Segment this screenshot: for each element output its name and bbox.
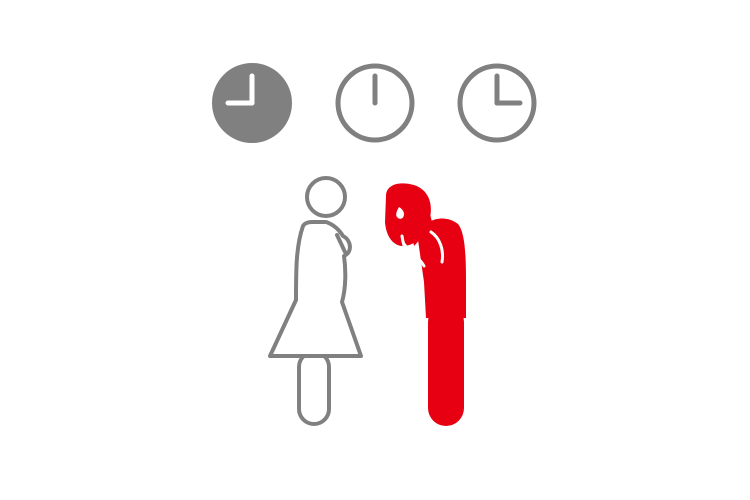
woman-figure-icon [268, 176, 363, 426]
illustration-svg [212, 63, 537, 426]
bowing-man-crying-icon [385, 183, 466, 426]
clock-outline-icon [335, 63, 415, 143]
clock-outline-icon [457, 63, 537, 143]
clock-filled-icon [212, 63, 292, 143]
illustration-canvas [0, 0, 750, 500]
